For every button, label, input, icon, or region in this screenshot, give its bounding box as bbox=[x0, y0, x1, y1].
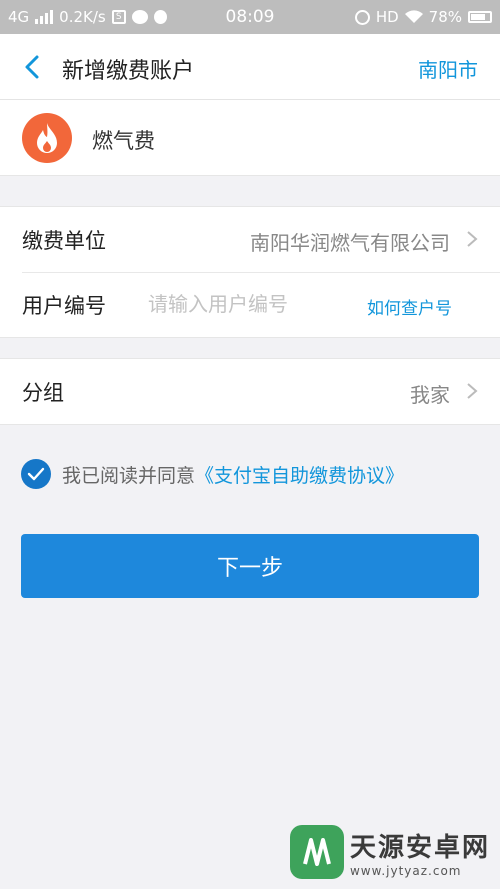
biz-name: 燃气费 bbox=[92, 129, 155, 153]
watermark-url: www.jytyaz.com bbox=[349, 863, 462, 878]
agreement-checkbox[interactable] bbox=[21, 459, 51, 489]
agreement-row: 我已阅读并同意 《支付宝自助缴费协议》 bbox=[21, 459, 404, 489]
nav-bar: 新增缴费账户 南阳市 bbox=[0, 34, 500, 100]
chevron-right-icon bbox=[467, 231, 478, 247]
battery-icon bbox=[468, 11, 492, 23]
user-number-input[interactable] bbox=[148, 288, 338, 320]
chevron-right-icon bbox=[467, 383, 478, 399]
flame-icon bbox=[22, 113, 72, 163]
watermark-logo-icon bbox=[289, 825, 344, 879]
page-title: 新增缴费账户 bbox=[62, 59, 195, 84]
user-number-row: 用户编号 如何查户号 bbox=[0, 272, 500, 337]
city-selector[interactable]: 南阳市 bbox=[418, 54, 478, 83]
group-row[interactable]: 分组 我家 bbox=[0, 359, 500, 424]
biz-type-header: 燃气费 bbox=[0, 100, 500, 176]
status-bar: 4G 0.2K/s S 08:09 HD 78% bbox=[0, 0, 500, 34]
watermark-name: 天源安卓网 bbox=[349, 832, 490, 863]
agreement-link[interactable]: 《支付宝自助缴费协议》 bbox=[195, 461, 404, 488]
hd-label: HD bbox=[375, 8, 399, 26]
account-form: 缴费单位 南阳华润燃气有限公司 用户编号 如何查户号 bbox=[0, 206, 500, 338]
payment-unit-row[interactable]: 缴费单位 南阳华润燃气有限公司 bbox=[0, 207, 500, 272]
battery-percent: 78% bbox=[428, 8, 462, 26]
payment-unit-label: 缴费单位 bbox=[22, 229, 106, 253]
wifi-icon bbox=[404, 10, 423, 23]
group-label: 分组 bbox=[22, 381, 64, 405]
status-right: HD 78% bbox=[354, 8, 492, 26]
site-watermark: 天源安卓网 www.jytyaz.com bbox=[289, 825, 490, 879]
agreement-text: 我已阅读并同意 bbox=[62, 464, 196, 487]
user-number-label: 用户编号 bbox=[22, 294, 106, 318]
checkmark-icon bbox=[27, 467, 45, 481]
group-section: 分组 我家 bbox=[0, 358, 500, 425]
alarm-icon bbox=[354, 9, 370, 25]
back-arrow-icon[interactable] bbox=[18, 52, 48, 82]
group-value: 我家 bbox=[410, 383, 450, 407]
watermark-text: 天源安卓网 www.jytyaz.com bbox=[350, 827, 490, 878]
how-to-find-number-link[interactable]: 如何查户号 bbox=[367, 294, 452, 319]
next-step-button[interactable]: 下一步 bbox=[21, 534, 479, 598]
payment-unit-value: 南阳华润燃气有限公司 bbox=[250, 231, 450, 255]
